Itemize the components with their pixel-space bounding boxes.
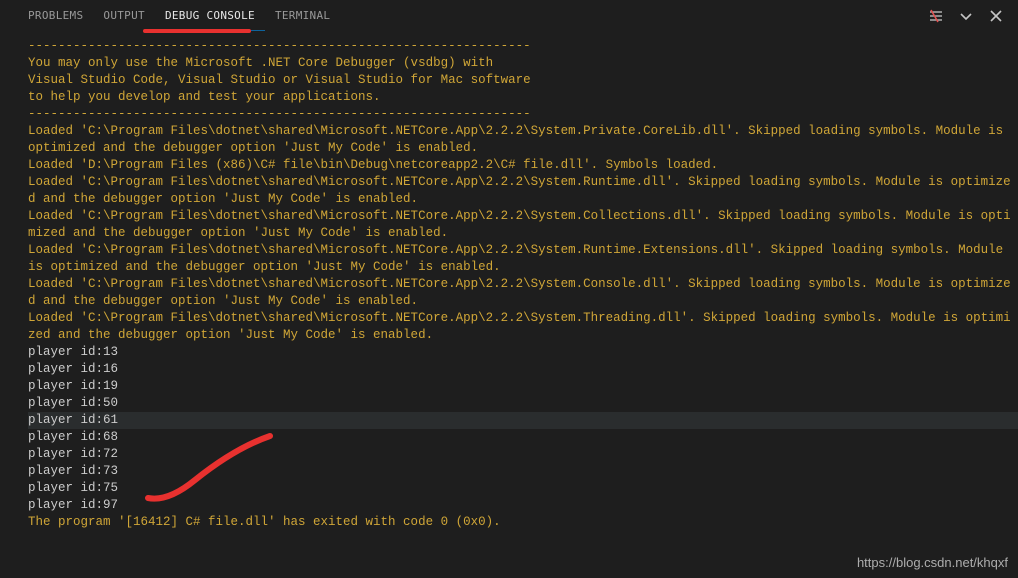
- module-loaded-line: Loaded 'D:\Program Files (x86)\C# file\b…: [28, 157, 1018, 174]
- stdout-line: player id:13: [28, 344, 1018, 361]
- module-loaded-line: Loaded 'C:\Program Files\dotnet\shared\M…: [28, 310, 1018, 344]
- module-loaded-line: Loaded 'C:\Program Files\dotnet\shared\M…: [28, 123, 1018, 157]
- close-icon[interactable]: [988, 8, 1004, 24]
- panel-toolbar: [928, 8, 1018, 24]
- clear-console-icon[interactable]: [928, 8, 944, 24]
- module-loaded-line: Loaded 'C:\Program Files\dotnet\shared\M…: [28, 208, 1018, 242]
- stdout-line: player id:16: [28, 361, 1018, 378]
- notice-line: Visual Studio Code, Visual Studio or Vis…: [28, 72, 1018, 89]
- tab-problems[interactable]: PROBLEMS: [18, 1, 93, 30]
- tab-debug-console[interactable]: DEBUG CONSOLE: [155, 1, 265, 31]
- debug-panel: PROBLEMS OUTPUT DEBUG CONSOLE TERMINAL: [0, 0, 1018, 578]
- stdout-line: player id:72: [28, 446, 1018, 463]
- module-loaded-line: Loaded 'C:\Program Files\dotnet\shared\M…: [28, 174, 1018, 208]
- separator-line: ----------------------------------------…: [28, 38, 1018, 55]
- notice-line: You may only use the Microsoft .NET Core…: [28, 55, 1018, 72]
- separator-line: ----------------------------------------…: [28, 106, 1018, 123]
- stdout-line: player id:19: [28, 378, 1018, 395]
- program-exit-line: The program '[16412] C# file.dll' has ex…: [28, 514, 1018, 531]
- panel-tab-bar: PROBLEMS OUTPUT DEBUG CONSOLE TERMINAL: [0, 0, 1018, 32]
- debug-console-output[interactable]: ----------------------------------------…: [0, 32, 1018, 578]
- watermark-text: https://blog.csdn.net/khqxf: [857, 555, 1008, 570]
- tab-output[interactable]: OUTPUT: [93, 1, 155, 30]
- stdout-line: player id:50: [28, 395, 1018, 412]
- stdout-line: player id:75: [28, 480, 1018, 497]
- module-loaded-line: Loaded 'C:\Program Files\dotnet\shared\M…: [28, 242, 1018, 276]
- stdout-line: player id:68: [28, 429, 1018, 446]
- stdout-line: player id:97: [28, 497, 1018, 514]
- stdout-line: player id:73: [28, 463, 1018, 480]
- chevron-down-icon[interactable]: [958, 8, 974, 24]
- module-loaded-line: Loaded 'C:\Program Files\dotnet\shared\M…: [28, 276, 1018, 310]
- stdout-line-highlight: player id:61: [28, 412, 1018, 429]
- tab-terminal[interactable]: TERMINAL: [265, 1, 340, 30]
- notice-line: to help you develop and test your applic…: [28, 89, 1018, 106]
